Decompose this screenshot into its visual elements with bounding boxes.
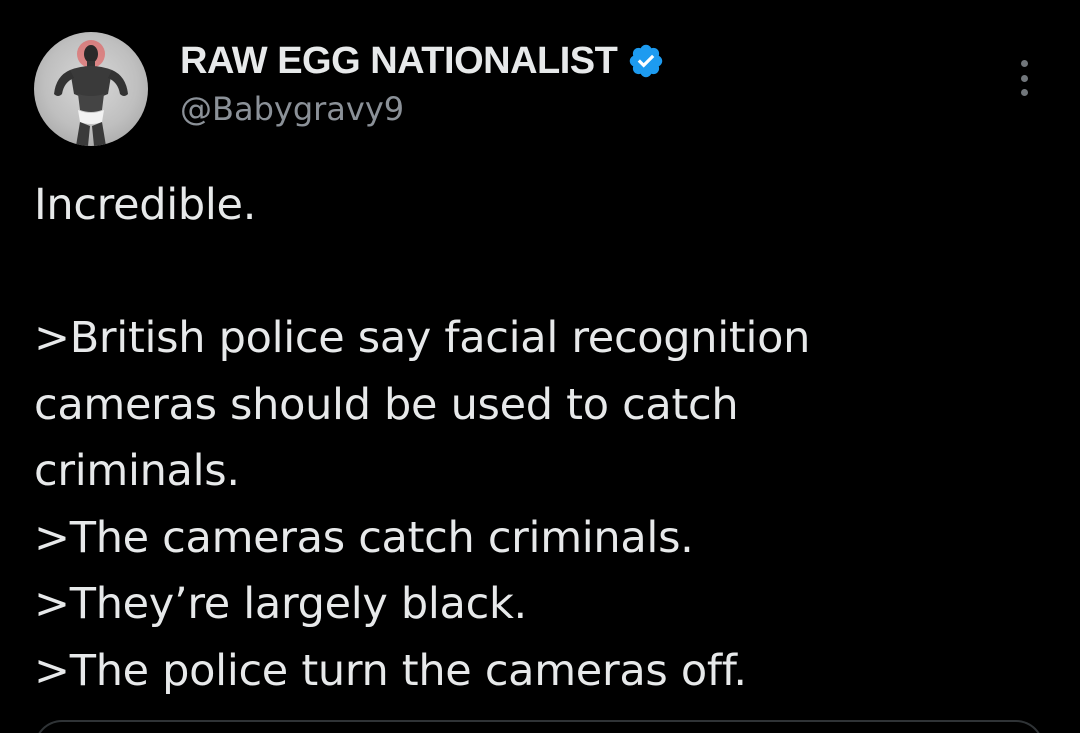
tweet-text-line: >The cameras catch criminals. — [34, 512, 694, 563]
verified-badge-icon — [630, 44, 663, 78]
bodybuilder-avatar-icon — [54, 40, 128, 146]
more-options-icon — [1020, 74, 1028, 82]
author-name-row[interactable]: RAW EGG NATIONALIST — [180, 38, 665, 84]
author-handle[interactable]: @Babygravy9 — [180, 90, 404, 128]
tweet: RAW EGG NATIONALIST @Babygravy9 Incredib… — [0, 0, 1080, 733]
tweet-text: Incredible. >British police say facial r… — [34, 172, 1054, 704]
tweet-text-line: Incredible. — [34, 180, 257, 230]
tweet-text-line — [34, 239, 1054, 306]
tweet-text-line: criminals. — [34, 446, 240, 496]
more-options-icon — [1020, 60, 1028, 67]
tweet-text-line: >British police say facial recognition — [34, 313, 811, 363]
author-avatar[interactable] — [34, 32, 148, 146]
more-options-button[interactable] — [1004, 56, 1044, 100]
tweet-text-line: >The police turn the cameras off. — [34, 645, 747, 696]
more-options-icon — [1020, 89, 1028, 96]
author-display-name[interactable]: RAW EGG NATIONALIST — [180, 40, 618, 83]
tweet-text-line: cameras should be used to catch — [34, 379, 739, 430]
embedded-card[interactable] — [34, 720, 1044, 733]
tweet-text-line: >They’re largely black. — [34, 579, 527, 629]
